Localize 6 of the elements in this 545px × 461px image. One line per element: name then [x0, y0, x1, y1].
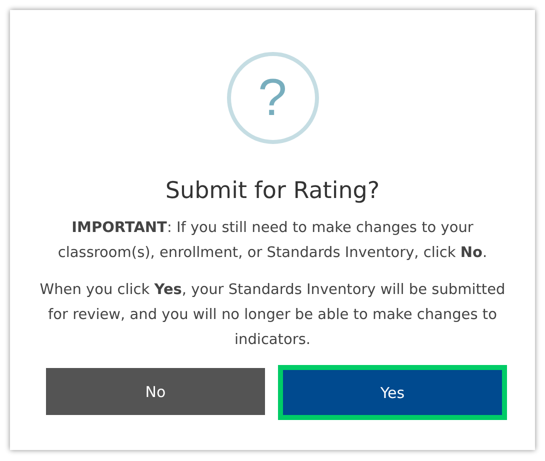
confirm-button[interactable]: Yes: [278, 365, 507, 420]
question-icon: ?: [226, 52, 318, 144]
message-text: IMPORTANT: If you still need to make changes to your classroom(s), enrollment, or Standards Inventory, click No.: [56, 219, 488, 263]
cancel-button[interactable]: No: [46, 368, 265, 415]
message-text: When you click Yes, your Standards Inventory will be submitted for review, and you will no longer be able to make changes to indicators.: [38, 281, 506, 350]
dialog-title: Submit for Rating?: [165, 178, 380, 204]
